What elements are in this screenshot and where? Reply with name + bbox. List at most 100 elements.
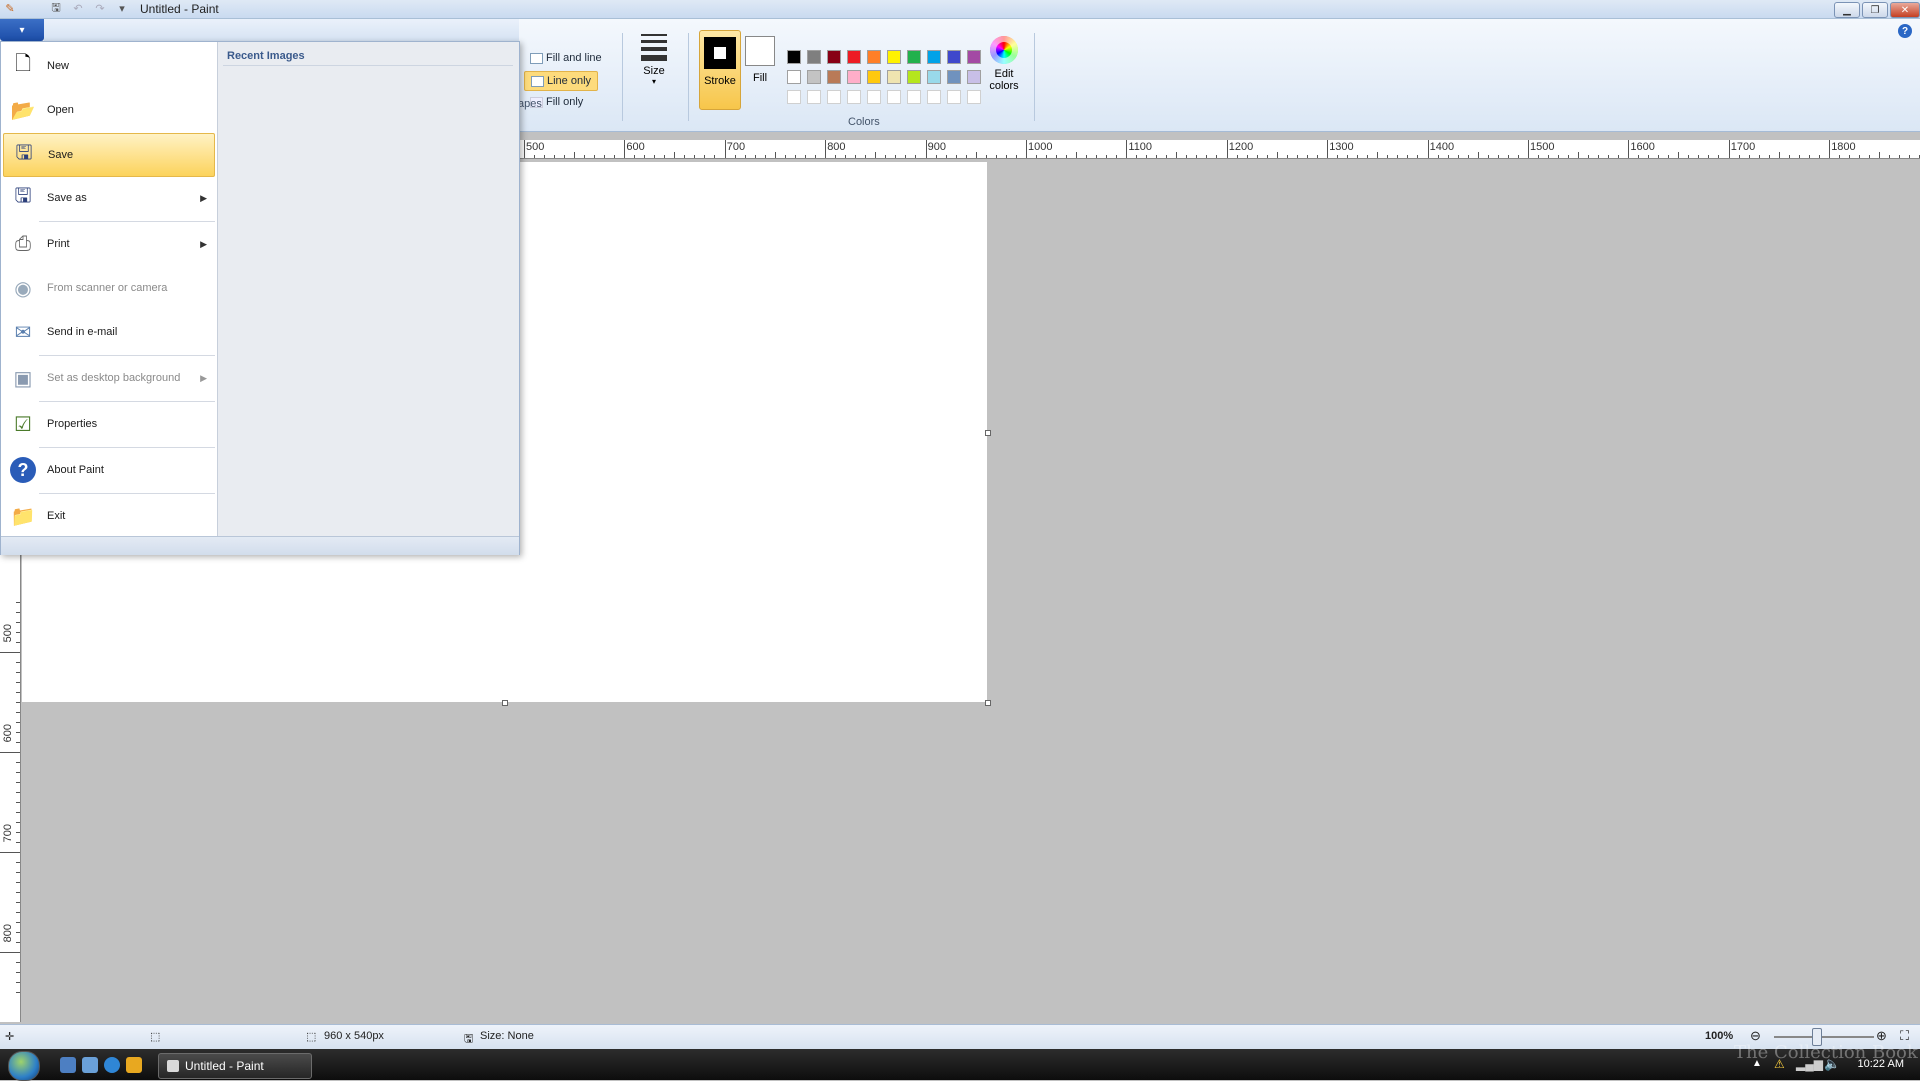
palette-color-swatch[interactable] — [847, 70, 861, 84]
palette-color-swatch[interactable] — [967, 50, 981, 64]
switch-windows-icon[interactable] — [82, 1057, 98, 1073]
quick-save-icon[interactable]: 🖫 — [48, 1, 64, 16]
taskbar-paint-button[interactable]: Untitled - Paint — [158, 1053, 312, 1079]
custom-color-slot[interactable] — [847, 90, 861, 104]
custom-color-slot[interactable] — [947, 90, 961, 104]
ruler-tick — [1839, 155, 1841, 158]
paint-menu-button[interactable]: ▾ — [0, 19, 44, 41]
paint-app-icon[interactable]: ✎ — [2, 1, 18, 16]
ruler-tick — [955, 155, 957, 158]
restore-button[interactable]: ❐ — [1862, 2, 1888, 18]
menu-save-as[interactable]: 🖫 Save as ▶ — [3, 177, 215, 219]
custom-color-slot[interactable] — [887, 90, 901, 104]
palette-color-swatch[interactable] — [887, 50, 901, 64]
customize-toolbar-icon[interactable]: ▾ — [114, 1, 130, 16]
ruler-tick — [524, 140, 525, 158]
menu-from-scanner[interactable]: ◉ From scanner or camera — [3, 267, 215, 309]
palette-color-swatch[interactable] — [947, 50, 961, 64]
ruler-tick — [16, 812, 20, 813]
palette-color-swatch[interactable] — [807, 50, 821, 64]
ruler-tick — [784, 155, 786, 158]
palette-color-swatch[interactable] — [867, 70, 881, 84]
internet-explorer-icon[interactable] — [104, 1057, 120, 1073]
minimize-button[interactable]: ▁ — [1834, 2, 1860, 18]
zoom-slider-track[interactable] — [1774, 1036, 1874, 1038]
menu-properties[interactable]: ☑ Properties — [3, 403, 215, 445]
ruler-tick — [1497, 155, 1499, 158]
ruler-tick — [865, 155, 867, 158]
menu-exit[interactable]: 📁 Exit — [3, 495, 215, 537]
palette-color-swatch[interactable] — [827, 70, 841, 84]
desktop-background-icon: ▣ — [13, 367, 33, 390]
ruler-tick-label: 800 — [827, 141, 846, 153]
start-button[interactable] — [8, 1051, 40, 1081]
show-desktop-icon[interactable] — [60, 1057, 76, 1073]
redo-icon[interactable]: ↷ — [92, 1, 108, 16]
palette-color-swatch[interactable] — [927, 70, 941, 84]
palette-color-swatch[interactable] — [927, 50, 941, 64]
fill-color-button[interactable]: Fill — [740, 30, 780, 108]
undo-icon[interactable]: ↶ — [70, 1, 86, 16]
menu-send-email[interactable]: ✉ Send in e-mail — [3, 311, 215, 353]
palette-color-swatch[interactable] — [907, 50, 921, 64]
line-only-option[interactable]: Line only — [524, 71, 599, 91]
size-button[interactable]: Size ▾ — [636, 30, 672, 108]
palette-color-swatch[interactable] — [907, 70, 921, 84]
ruler-tick — [1096, 155, 1097, 158]
menu-save[interactable]: 🖫 Save — [3, 133, 215, 177]
ruler-tick — [1528, 140, 1529, 158]
stroke-color-button[interactable]: Stroke — [699, 30, 741, 110]
ruler-tick — [1718, 155, 1720, 158]
ruler-tick-label: 600 — [626, 141, 645, 153]
menu-about-paint[interactable]: ? About Paint — [3, 449, 215, 491]
menu-set-desktop-background[interactable]: ▣ Set as desktop background ▶ — [3, 357, 215, 399]
ruler-tick-label: 600 — [2, 724, 14, 743]
edit-colors-button[interactable]: Edit colors — [984, 30, 1024, 110]
palette-color-swatch[interactable] — [787, 70, 801, 84]
fill-swatch — [745, 36, 775, 66]
ruler-tick — [16, 632, 20, 633]
ruler-tick — [16, 662, 20, 663]
palette-color-swatch[interactable] — [847, 50, 861, 64]
ruler-tick — [794, 155, 796, 158]
new-file-icon: 🗋 — [14, 53, 32, 75]
help-icon[interactable]: ? — [1898, 24, 1912, 38]
menu-print[interactable]: ⎙ Print ▶ — [3, 223, 215, 265]
custom-color-slot[interactable] — [967, 90, 981, 104]
ruler-tick — [1568, 155, 1569, 158]
ruler-tick — [1296, 155, 1298, 158]
ruler-tick — [16, 772, 20, 773]
palette-color-swatch[interactable] — [807, 70, 821, 84]
custom-color-slot[interactable] — [807, 90, 821, 104]
palette-color-swatch[interactable] — [967, 70, 981, 84]
close-button[interactable]: ✕ — [1890, 2, 1920, 18]
menu-open[interactable]: 📂 Open — [3, 89, 215, 131]
ruler-tick — [1818, 155, 1820, 158]
palette-color-swatch[interactable] — [887, 70, 901, 84]
ruler-tick — [1668, 155, 1670, 158]
ruler-tick — [16, 602, 20, 603]
menu-new[interactable]: 🗋 New — [3, 45, 215, 87]
palette-color-swatch[interactable] — [827, 50, 841, 64]
ruler-tick — [1256, 155, 1258, 158]
resize-handle-bottom[interactable] — [502, 700, 508, 706]
color-wheel-icon — [990, 36, 1018, 64]
palette-color-swatch[interactable] — [867, 50, 881, 64]
custom-color-slot[interactable] — [907, 90, 921, 104]
ruler-tick — [0, 652, 20, 653]
save-disk-icon: 🖫 — [15, 142, 33, 164]
ruler-tick — [1367, 155, 1369, 158]
media-player-icon[interactable] — [126, 1057, 142, 1073]
resize-handle-right[interactable] — [985, 430, 991, 436]
custom-color-slot[interactable] — [787, 90, 801, 104]
palette-color-swatch[interactable] — [947, 70, 961, 84]
custom-color-slot[interactable] — [867, 90, 881, 104]
ruler-tick — [1909, 155, 1911, 158]
palette-color-swatch[interactable] — [787, 50, 801, 64]
line-size-icon — [636, 30, 672, 61]
custom-color-slot[interactable] — [827, 90, 841, 104]
resize-handle-corner[interactable] — [985, 700, 991, 706]
custom-color-slot[interactable] — [927, 90, 941, 104]
fill-and-line-option[interactable]: Fill and line — [524, 49, 608, 67]
ruler-tick — [1778, 152, 1780, 158]
